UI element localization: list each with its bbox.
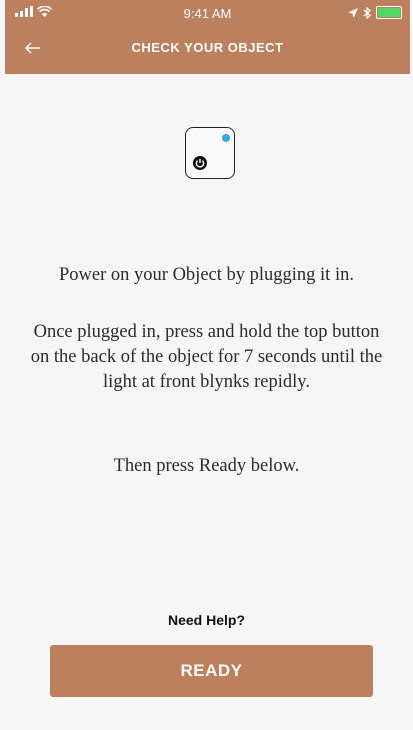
status-bar: 9:41 AM: [5, 0, 410, 26]
header: 9:41 AM CHECK YOUR OBJECT: [5, 0, 410, 74]
ready-button[interactable]: READY: [50, 645, 373, 697]
nav-bar: CHECK YOUR OBJECT: [5, 36, 410, 62]
page-title: CHECK YOUR OBJECT: [131, 40, 284, 55]
instruction-press-hold: Once plugged in, press and hold the top …: [30, 322, 383, 392]
battery-icon: [376, 6, 402, 19]
ready-button-label: READY: [180, 661, 243, 680]
device-icon: [185, 127, 235, 179]
battery-level: [378, 8, 400, 17]
bluetooth-icon: [363, 6, 371, 19]
instruction-power-on: Power on your Object by plugging it in.: [59, 265, 354, 285]
location-arrow-icon: [348, 7, 358, 18]
status-right: [348, 6, 402, 19]
instruction-press-ready: Then press Ready below.: [113, 456, 300, 476]
device-led: [222, 134, 230, 142]
need-help-link[interactable]: Need Help?: [0, 612, 413, 628]
power-icon: [193, 156, 207, 170]
